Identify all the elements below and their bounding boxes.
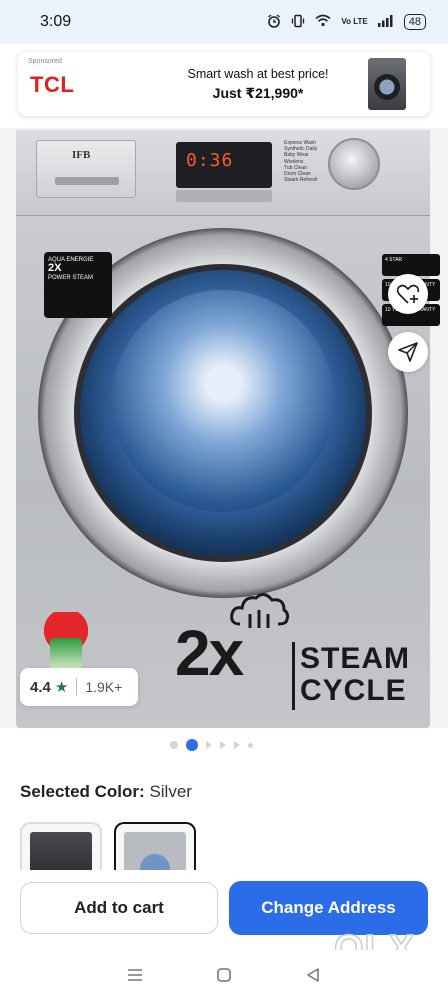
rating-summary[interactable]: 4.4 ★ 1.9K+ bbox=[20, 668, 138, 706]
carousel-dot[interactable] bbox=[234, 741, 240, 749]
signal-icon bbox=[377, 14, 394, 30]
ad-brand-logo: TCL bbox=[30, 72, 75, 97]
back-button[interactable] bbox=[301, 963, 325, 987]
heart-plus-icon bbox=[396, 284, 420, 304]
share-button[interactable] bbox=[388, 332, 428, 372]
panel-buttons bbox=[176, 190, 272, 202]
sponsored-ad-banner[interactable]: Sponsored TCL Smart wash at best price! … bbox=[18, 52, 430, 116]
badge-star-rating: 4 STAR bbox=[382, 254, 440, 276]
share-arrow-icon bbox=[398, 342, 418, 362]
system-nav-bar bbox=[0, 950, 448, 1000]
badge-2x: 2X bbox=[48, 262, 62, 274]
product-image-carousel[interactable]: IFB 0:36 Express Wash Synthetic Daily Ba… bbox=[0, 128, 448, 728]
steam-divider bbox=[292, 642, 295, 710]
ad-price: Just ₹21,990* bbox=[212, 85, 304, 101]
triangle-back-icon bbox=[307, 968, 320, 982]
machine-brand: IFB bbox=[72, 149, 91, 161]
carousel-dot[interactable] bbox=[170, 741, 178, 749]
status-icons: Vo LTE 48 bbox=[267, 13, 426, 31]
volte-label: Vo LTE bbox=[341, 17, 368, 26]
recent-apps-button[interactable] bbox=[123, 963, 147, 987]
drum-glass bbox=[112, 290, 334, 512]
wifi-icon bbox=[315, 14, 331, 30]
drawer-handle bbox=[55, 177, 119, 185]
wishlist-button[interactable] bbox=[388, 274, 428, 314]
menu-lines-icon bbox=[127, 969, 142, 981]
program-list: Express Wash Synthetic Daily Baby Wear W… bbox=[284, 140, 317, 183]
status-time: 3:09 bbox=[40, 13, 72, 30]
program-item: Steam Refresh bbox=[284, 177, 318, 184]
rating-value: 4.4 bbox=[30, 678, 51, 696]
steam-word: STEAM bbox=[300, 642, 410, 675]
carousel-dot[interactable] bbox=[206, 741, 212, 749]
sponsored-label: Sponsored bbox=[28, 58, 62, 65]
carousel-dot[interactable] bbox=[248, 742, 253, 748]
status-bar: 3:09 Vo LTE 48 bbox=[0, 0, 448, 44]
display-digits: 0:36 bbox=[186, 150, 234, 171]
alarm-icon bbox=[267, 13, 281, 31]
ad-product-thumbnail bbox=[368, 58, 406, 110]
selected-color-row: Selected Color: Silver bbox=[20, 782, 192, 802]
square-home-icon bbox=[217, 968, 231, 982]
program-knob bbox=[328, 138, 380, 190]
vibrate-icon bbox=[291, 14, 305, 31]
change-address-button[interactable]: Change Address bbox=[229, 881, 428, 935]
add-to-cart-button[interactable]: Add to cart bbox=[20, 882, 218, 934]
selected-color-label: Selected Color: bbox=[20, 782, 145, 801]
rating-divider bbox=[76, 678, 78, 696]
energy-rating-seal bbox=[44, 612, 88, 674]
battery-indicator: 48 bbox=[403, 14, 426, 30]
home-button[interactable] bbox=[212, 963, 236, 987]
star-icon: ★ bbox=[54, 679, 69, 696]
product-page: 3:09 Vo LTE 48 Sponsored TCL Smart wash … bbox=[0, 0, 448, 1000]
steam-multiplier: 2x bbox=[175, 617, 244, 689]
digital-display: 0:36 bbox=[176, 142, 272, 188]
selected-color-value: Silver bbox=[149, 782, 192, 801]
feature-badge-left: AQUA ENERGIE 2X POWER STEAM bbox=[44, 252, 112, 318]
carousel-dot-active[interactable] bbox=[186, 739, 198, 751]
badge-steam: POWER STEAM bbox=[48, 275, 94, 281]
carousel-dot[interactable] bbox=[220, 741, 226, 749]
cycle-word: CYCLE bbox=[300, 674, 407, 707]
detergent-drawer: IFB bbox=[36, 140, 136, 198]
ad-headline: Smart wash at best price! bbox=[187, 67, 329, 81]
control-panel: IFB 0:36 Express Wash Synthetic Daily Ba… bbox=[16, 130, 430, 216]
carousel-indicator bbox=[170, 739, 253, 751]
rating-count: 1.9K+ bbox=[85, 679, 123, 695]
